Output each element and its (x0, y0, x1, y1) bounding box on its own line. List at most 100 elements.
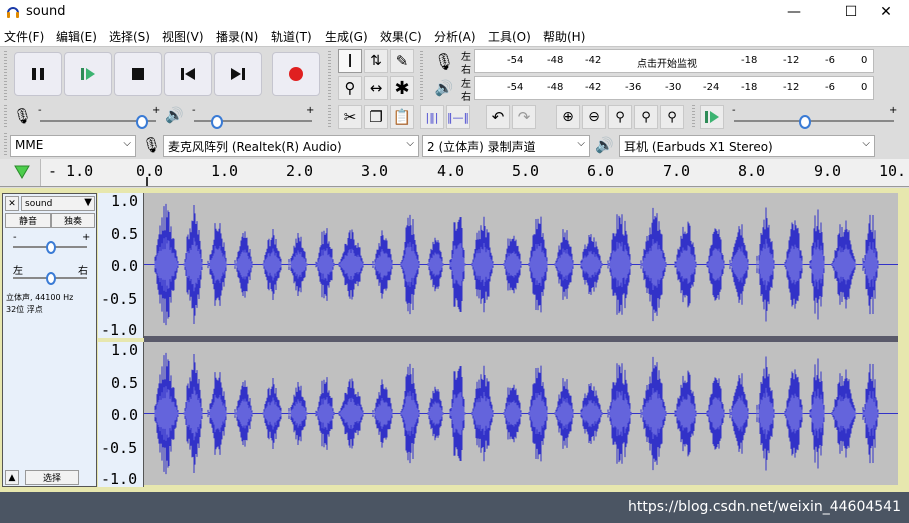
waveform-channel-right[interactable] (144, 342, 898, 485)
ruler-label: 5.0 (512, 162, 540, 180)
fit-project-button[interactable]: ⚲ (634, 105, 658, 129)
play-speed-slider[interactable] (734, 120, 894, 122)
zoom-tool-button[interactable]: ⚲ (338, 76, 362, 100)
record-meter[interactable]: -54 -48 -42 点击开始监视 -18 -12 -6 0 (474, 49, 874, 73)
mute-button[interactable]: 静音 (5, 213, 51, 228)
undo-button[interactable]: ↶ (486, 105, 510, 129)
paste-button[interactable]: 📋 (390, 105, 414, 129)
menu-select[interactable]: 选择(S) (109, 28, 150, 45)
slider-thumb[interactable] (799, 115, 811, 129)
toolbar-grip[interactable] (328, 105, 331, 129)
menu-edit[interactable]: 编辑(E) (56, 28, 97, 45)
audio-host-select[interactable]: MME ⌵ (10, 135, 136, 157)
menu-analyze[interactable]: 分析(A) (434, 28, 476, 45)
menu-tools[interactable]: 工具(O) (488, 28, 531, 45)
meter-tick: -42 (585, 82, 602, 93)
meter-start-monitor-text[interactable]: 点击开始监视 (637, 55, 697, 70)
trim-audio-button[interactable]: |‖| (420, 105, 444, 129)
zoom-in-button[interactable]: ⊕ (556, 105, 580, 129)
menu-bar: 文件(F) 编辑(E) 选择(S) 视图(V) 播录(N) 轨道(T) 生成(G… (0, 24, 909, 46)
toolbar-grip[interactable] (4, 105, 7, 129)
toolbar-grip[interactable] (328, 51, 331, 101)
zoom-toggle-button[interactable]: ⚲ (660, 105, 684, 129)
ruler-label: 3.0 (361, 162, 389, 180)
menu-generate[interactable]: 生成(G) (325, 28, 368, 45)
meter-tick: -30 (665, 82, 682, 93)
playback-meter[interactable]: -54 -48 -42 -36 -30 -24 -18 -12 -6 0 (474, 76, 874, 100)
fit-project-icon: ⚲ (641, 109, 651, 125)
audacity-logo-icon (7, 7, 19, 18)
toolbar-grip[interactable] (4, 133, 7, 157)
zoom-in-icon: ⊕ (562, 109, 574, 125)
timeshift-tool-button[interactable]: ↔ (364, 76, 388, 100)
play-at-speed-button[interactable] (700, 105, 724, 129)
play-meter-button[interactable]: 🔊 (432, 76, 456, 100)
menu-tracks[interactable]: 轨道(T) (271, 28, 312, 45)
meter-tick: -12 (783, 55, 800, 66)
draw-tool-button[interactable]: ✎ (390, 49, 414, 73)
waveform-left (144, 203, 898, 326)
fit-selection-button[interactable]: ⚲ (608, 105, 632, 129)
meter-right-label: 右 (461, 65, 471, 76)
slider-minus: - (38, 105, 42, 116)
track-control-panel[interactable]: ✕ sound ▼ 静音 独奏 - + 左 右 立体声, 44100 Hz 32… (2, 193, 97, 487)
minimize-button[interactable]: — (771, 0, 817, 24)
waveform-right (144, 352, 898, 475)
scale-tick: -0.5 (101, 439, 138, 457)
toolbar-grip[interactable] (4, 51, 7, 101)
menu-effect[interactable]: 效果(C) (380, 28, 422, 45)
stop-button[interactable] (114, 52, 162, 96)
ruler-label: 4.0 (437, 162, 465, 180)
recording-channels-select[interactable]: 2 (立体声) 录制声道 ⌵ (422, 135, 590, 157)
pause-button[interactable] (14, 52, 62, 96)
close-button[interactable]: ✕ (863, 0, 909, 24)
slider-plus: + (889, 105, 898, 116)
envelope-tool-button[interactable]: ⇅ (364, 49, 388, 73)
ruler-label: 2.0 (286, 162, 314, 180)
menu-view[interactable]: 视图(V) (162, 28, 204, 45)
track-menu-button[interactable]: sound ▼ (21, 196, 95, 211)
ruler-label: 1.0 (211, 162, 239, 180)
menu-file[interactable]: 文件(F) (4, 28, 44, 45)
record-button[interactable] (272, 52, 320, 96)
waveform-channel-left[interactable] (144, 193, 898, 336)
multi-tool-button[interactable]: ✱ (390, 76, 414, 100)
toolbar-grip[interactable] (420, 51, 423, 101)
recording-device-select[interactable]: 麦克风阵列 (Realtek(R) Audio) ⌵ (163, 135, 419, 157)
solo-button[interactable]: 独奏 (51, 213, 95, 228)
selection-tool-button[interactable]: I (338, 49, 362, 73)
silence-audio-button[interactable]: ‖—‖ (446, 105, 470, 129)
slider-minus: - (192, 105, 196, 116)
menu-transport[interactable]: 播录(N) (216, 28, 258, 45)
scale-tick: -1.0 (101, 470, 138, 488)
cut-button[interactable]: ✂ (338, 105, 362, 129)
track-close-button[interactable]: ✕ (5, 196, 19, 211)
record-meter-button[interactable]: 🎙 (432, 49, 456, 73)
audio-host-value: MME (15, 138, 44, 152)
playback-device-select[interactable]: 耳机 (Earbuds X1 Stereo) ⌵ (619, 135, 875, 157)
slider-thumb[interactable] (46, 272, 56, 285)
clipboard-icon: 📋 (392, 108, 412, 126)
pinned-play-head-box[interactable] (0, 159, 41, 186)
toolbar-grip[interactable] (692, 105, 695, 129)
skip-to-start-button[interactable] (164, 52, 212, 96)
meter-tick: -6 (825, 55, 835, 66)
slider-thumb[interactable] (136, 115, 148, 129)
zoom-out-button[interactable]: ⊖ (582, 105, 606, 129)
play-button[interactable] (64, 52, 112, 96)
scale-tick: 1.0 (111, 192, 139, 210)
vertical-scale-right[interactable]: 1.0 0.5 0.0 -0.5 -1.0 (98, 341, 144, 488)
skip-start-icon (181, 68, 195, 80)
vertical-scale-left[interactable]: 1.0 0.5 0.0 -0.5 -1.0 (98, 192, 144, 339)
scissors-icon: ✂ (343, 108, 357, 126)
copy-button[interactable]: ❐ (364, 105, 388, 129)
menu-help[interactable]: 帮助(H) (543, 28, 585, 45)
timeline-ruler[interactable]: - 1.0 0.0 1.0 2.0 3.0 4.0 5.0 6.0 7.0 8.… (0, 159, 909, 187)
slider-thumb[interactable] (46, 241, 56, 254)
slider-thumb[interactable] (211, 115, 223, 129)
skip-to-end-button[interactable] (214, 52, 262, 96)
collapse-track-button[interactable]: ▲ (5, 470, 19, 485)
pan-right-label: 右 (78, 266, 88, 277)
redo-button[interactable]: ↷ (512, 105, 536, 129)
select-track-button[interactable]: 选择 (25, 470, 79, 485)
